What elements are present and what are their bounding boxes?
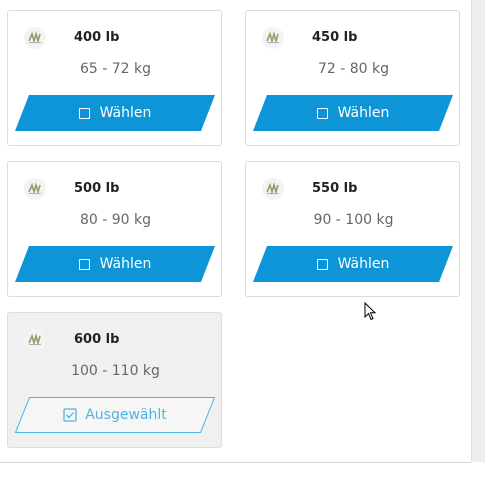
checkbox-empty-icon (316, 107, 328, 119)
divider (0, 462, 471, 463)
choose-button-label: Wählen (337, 256, 390, 272)
checkbox-empty-icon (78, 107, 90, 119)
choose-button[interactable]: Wählen (253, 95, 453, 131)
option-range: 100 - 110 kg (71, 363, 160, 379)
option-range: 65 - 72 kg (79, 61, 152, 77)
choose-button[interactable]: Wählen (15, 95, 215, 131)
choose-button[interactable]: Wählen (253, 246, 453, 282)
option-range: 72 - 80 kg (317, 61, 390, 77)
spring-icon (24, 329, 46, 351)
checkbox-empty-icon (316, 258, 328, 270)
selected-button-label: Ausgewählt (85, 407, 167, 423)
option-weight: 500 lb (74, 181, 120, 196)
selected-button[interactable]: Ausgewählt (15, 397, 215, 433)
option-card-600lb-selected: 600 lb 100 - 110 kg Ausgewählt (7, 312, 222, 448)
spring-icon (24, 178, 46, 200)
option-card-450lb: 450 lb 72 - 80 kg Wählen (245, 10, 460, 146)
checkbox-empty-icon (78, 258, 90, 270)
option-card-500lb: 500 lb 80 - 90 kg Wählen (7, 161, 222, 297)
option-range: 90 - 100 kg (313, 212, 394, 228)
spring-icon (24, 27, 46, 49)
spring-icon (262, 178, 284, 200)
option-grid: 400 lb 65 - 72 kg Wählen 450 lb 72 - 80 … (0, 0, 471, 462)
checkbox-checked-icon (63, 408, 77, 422)
option-card-400lb: 400 lb 65 - 72 kg Wählen (7, 10, 222, 146)
choose-button-label: Wählen (99, 256, 152, 272)
option-card-550lb: 550 lb 90 - 100 kg Wählen (245, 161, 460, 297)
choose-button-label: Wählen (337, 105, 390, 121)
spring-icon (262, 27, 284, 49)
option-weight: 600 lb (74, 332, 120, 347)
option-weight: 450 lb (312, 30, 358, 45)
option-weight: 400 lb (74, 30, 120, 45)
option-range: 80 - 90 kg (79, 212, 152, 228)
mouse-cursor-icon (364, 302, 377, 321)
choose-button-label: Wählen (99, 105, 152, 121)
option-weight: 550 lb (312, 181, 358, 196)
vertical-scrollbar[interactable] (471, 0, 485, 462)
choose-button[interactable]: Wählen (15, 246, 215, 282)
